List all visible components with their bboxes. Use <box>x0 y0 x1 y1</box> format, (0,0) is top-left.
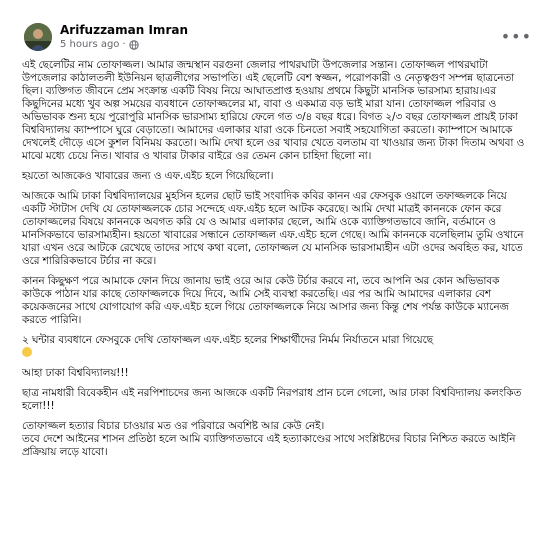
post-time[interactable]: 5 hours ago <box>60 39 119 50</box>
post-body: এই ছেলেটির নাম তোফাজ্জল। আমার জন্মস্থান … <box>22 59 532 466</box>
paragraph-5: ২ ঘন্টার ব্যবধানে ফেসবুকে দেখি তোফাজ্জল … <box>22 334 433 346</box>
avatar-image <box>24 23 52 51</box>
post-meta: 5 hours ago · <box>60 39 139 50</box>
paragraph-9: তবে দেশে আইনের শাসন প্রতিষ্ঠা হলে আমি ব্… <box>22 433 516 458</box>
sad-face-emoji-icon <box>22 347 32 357</box>
author-name[interactable]: Arifuzzaman Imran <box>60 23 188 37</box>
avatar[interactable] <box>24 23 52 51</box>
post-header: Arifuzzaman Imran 5 hours ago · ••• <box>24 23 536 59</box>
more-options-icon[interactable]: ••• <box>501 27 532 46</box>
paragraph-1: এই ছেলেটির নাম তোফাজ্জল। আমার জন্মস্থান … <box>22 59 525 162</box>
paragraph-8: তোফাজ্জল হত্যার বিচার চাওয়ার মত ওর পরিব… <box>22 420 325 432</box>
paragraph-4: কানন কিছুক্ষণ পরে আমাকে ফোন দিয়ে জানায়… <box>22 275 509 326</box>
globe-icon <box>128 39 139 50</box>
paragraph-7: ছাত্র নামধারী বিবেকহীন এই নরপিশাচদের জন্… <box>22 387 522 412</box>
meta-separator: · <box>122 39 126 50</box>
paragraph-6: আহা ঢাকা বিশ্ববিদ্যালয়!!! <box>22 367 129 379</box>
paragraph-3: আজকে আমি ঢাকা বিশ্ববিদ্যালয়ের মুহসিন হল… <box>22 190 524 267</box>
paragraph-2: হয়তো আজকেও খাবারের জন্য ও এফ.এইচ হলে গি… <box>22 170 274 182</box>
facebook-post: Arifuzzaman Imran 5 hours ago · ••• এই ছ… <box>0 0 546 538</box>
